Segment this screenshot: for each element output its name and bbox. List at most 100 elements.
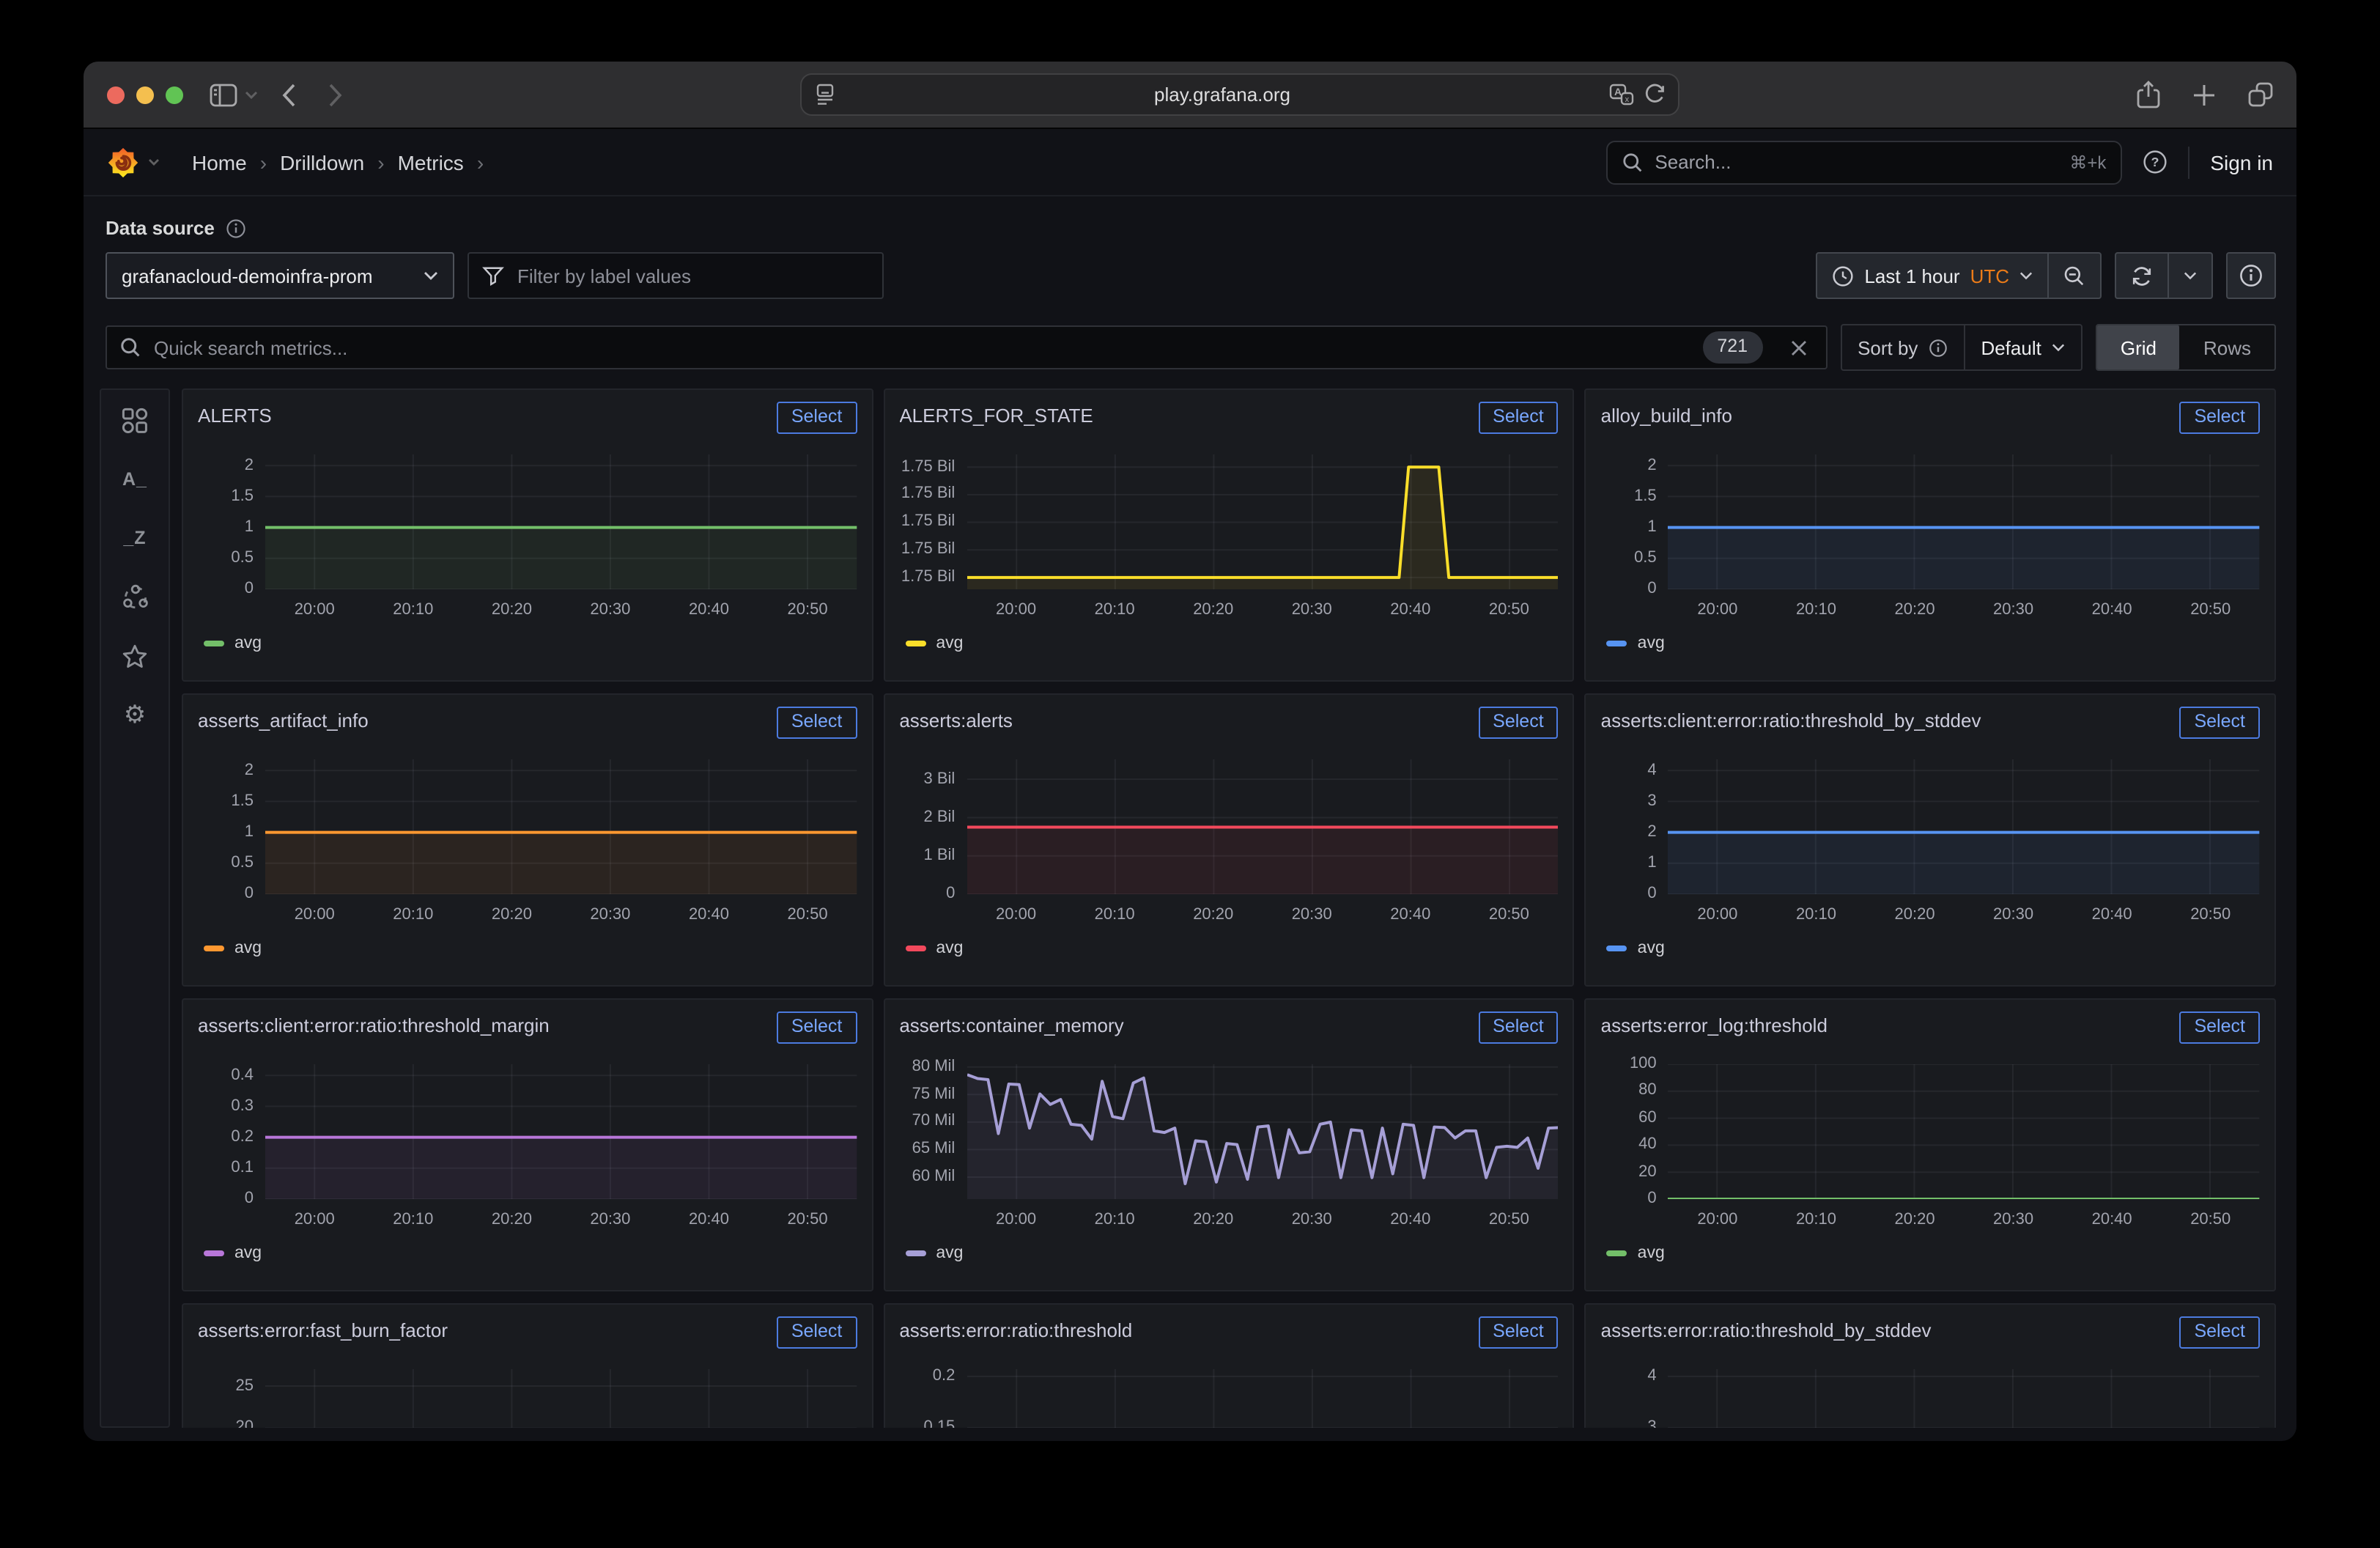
chart-plot[interactable] — [967, 1369, 1558, 1428]
x-tick-label: 20:10 — [393, 1211, 433, 1228]
close-button[interactable] — [107, 86, 125, 103]
x-tick-label: 20:30 — [590, 601, 630, 619]
legend-label[interactable]: avg — [234, 940, 262, 957]
x-tick-label: 20:10 — [1796, 601, 1836, 619]
datasource-select[interactable]: grafanacloud-demoinfra-prom — [106, 252, 454, 299]
url-text: play.grafana.org — [835, 84, 1609, 106]
url-bar[interactable]: play.grafana.org A x — [800, 73, 1679, 116]
chart-plot[interactable] — [967, 759, 1558, 894]
x-tick-label: 20:00 — [1697, 1211, 1737, 1228]
reader-icon[interactable] — [815, 84, 835, 106]
panel-title: asserts:error_log:threshold — [1601, 1011, 2180, 1036]
minimize-button[interactable] — [136, 86, 154, 103]
x-tick-label: 20:30 — [1993, 601, 2033, 619]
org-switcher-chevron-icon[interactable] — [148, 158, 160, 166]
y-tick-label: 1 Bil — [924, 848, 956, 864]
panel-select-button[interactable]: Select — [2179, 707, 2260, 739]
info-button[interactable] — [2226, 252, 2276, 299]
refresh-interval-dropdown[interactable] — [2168, 254, 2211, 298]
chart-plot[interactable] — [265, 759, 857, 894]
panel-title: asserts:error:ratio:threshold_by_stddev — [1601, 1316, 2180, 1341]
panel-title: asserts:container_memory — [899, 1011, 1478, 1036]
chart-plot[interactable] — [1668, 1064, 2260, 1199]
tab-overview-icon[interactable] — [2248, 82, 2273, 107]
view-toggle-rows[interactable]: Rows — [2180, 325, 2274, 369]
legend-label[interactable]: avg — [234, 635, 262, 652]
chart-plot[interactable] — [265, 454, 857, 589]
legend-label[interactable]: avg — [936, 940, 963, 957]
y-tick-label: 1.5 — [231, 793, 254, 809]
suffix-filter-icon[interactable]: _Z — [120, 525, 149, 551]
legend-label[interactable]: avg — [1638, 635, 1665, 652]
refresh-button[interactable] — [2116, 254, 2168, 298]
breadcrumb-drilldown[interactable]: Drilldown — [280, 150, 364, 174]
panel-select-button[interactable]: Select — [777, 1316, 857, 1349]
translate-icon[interactable]: A x — [1609, 84, 1634, 106]
y-tick-label: 0 — [1647, 1191, 1656, 1207]
prefix-filter-icon[interactable]: A_ — [120, 466, 149, 493]
panel-select-button[interactable]: Select — [777, 1011, 857, 1044]
settings-gear-icon[interactable]: ⚙︎ — [120, 701, 149, 727]
new-tab-icon[interactable] — [2192, 83, 2216, 106]
help-icon[interactable]: ? — [2143, 150, 2168, 174]
chart-plot[interactable] — [1668, 759, 2260, 894]
share-icon[interactable] — [2137, 81, 2160, 108]
quick-search-input[interactable]: Quick search metrics... 721 — [106, 325, 1827, 369]
clear-icon[interactable] — [1790, 339, 1806, 355]
chart-plot[interactable] — [265, 1064, 857, 1199]
y-tick-label: 40 — [1638, 1137, 1657, 1153]
y-tick-label: 2 — [245, 762, 254, 778]
x-tick-label: 20:30 — [590, 906, 630, 924]
panel-select-button[interactable]: Select — [777, 707, 857, 739]
chart-plot[interactable] — [1668, 1369, 2260, 1428]
legend-label[interactable]: avg — [234, 1245, 262, 1262]
panel-select-button[interactable]: Select — [1478, 1011, 1559, 1044]
panel-select-button[interactable]: Select — [1478, 707, 1559, 739]
panel-select-button[interactable]: Select — [1478, 402, 1559, 434]
apps-icon[interactable] — [120, 408, 149, 434]
fullscreen-button[interactable] — [166, 86, 183, 103]
global-search-input[interactable]: Search... ⌘+k — [1606, 140, 2122, 184]
panel-select-button[interactable]: Select — [2179, 1011, 2260, 1044]
legend: avg — [198, 627, 857, 660]
grafana-logo[interactable] — [107, 146, 139, 178]
legend-swatch — [905, 1250, 925, 1256]
chart-plot[interactable] — [265, 1369, 857, 1428]
label-filter-input[interactable]: Filter by label values — [468, 252, 884, 299]
panel-select-button[interactable]: Select — [777, 402, 857, 434]
time-range-button[interactable]: Last 1 hour UTC — [1817, 254, 2047, 298]
y-tick-label: 70 Mil — [912, 1114, 956, 1130]
panel-title: asserts:error:ratio:threshold — [899, 1316, 1478, 1341]
legend-label[interactable]: avg — [1638, 940, 1665, 957]
sidebar-toggle-icon[interactable] — [210, 83, 237, 106]
panel-select-button[interactable]: Select — [2179, 402, 2260, 434]
x-axis: 20:0020:1020:2020:3020:4020:50 — [1668, 589, 2260, 627]
info-icon[interactable] — [226, 218, 247, 238]
chart-plot[interactable] — [967, 454, 1558, 589]
legend-label[interactable]: avg — [936, 635, 963, 652]
back-icon[interactable] — [281, 83, 296, 106]
info-icon[interactable] — [1928, 338, 1947, 357]
legend-label[interactable]: avg — [936, 1245, 963, 1262]
x-axis: 20:0020:1020:2020:3020:4020:50 — [265, 1199, 857, 1237]
panel-select-button[interactable]: Select — [1478, 1316, 1559, 1349]
sidebar-chevron-icon[interactable] — [245, 90, 258, 99]
legend-label[interactable]: avg — [1638, 1245, 1665, 1262]
panel-select-button[interactable]: Select — [2179, 1316, 2260, 1349]
groups-icon[interactable] — [120, 583, 149, 610]
favorites-star-icon[interactable] — [120, 642, 149, 668]
sign-in-button[interactable]: Sign in — [2210, 150, 2273, 174]
metric-panel: ALERTS Select 00.511.52 20:0020:1020:202… — [182, 388, 873, 682]
breadcrumb-metrics[interactable]: Metrics — [398, 150, 464, 174]
zoom-out-button[interactable] — [2047, 254, 2100, 298]
forward-icon[interactable] — [328, 83, 343, 106]
y-tick-label: 1 — [245, 825, 254, 841]
metrics-area: A_ _Z ⚙︎ — [84, 388, 2296, 1428]
breadcrumb-home[interactable]: Home — [192, 150, 247, 174]
chart-plot[interactable] — [1668, 454, 2260, 589]
sort-select[interactable]: Default — [1963, 325, 2080, 369]
view-toggle-grid[interactable]: Grid — [2097, 325, 2180, 369]
breadcrumb: Home › Drilldown › Metrics › — [192, 150, 484, 174]
chart-plot[interactable] — [967, 1064, 1558, 1199]
reload-icon[interactable] — [1644, 84, 1665, 106]
